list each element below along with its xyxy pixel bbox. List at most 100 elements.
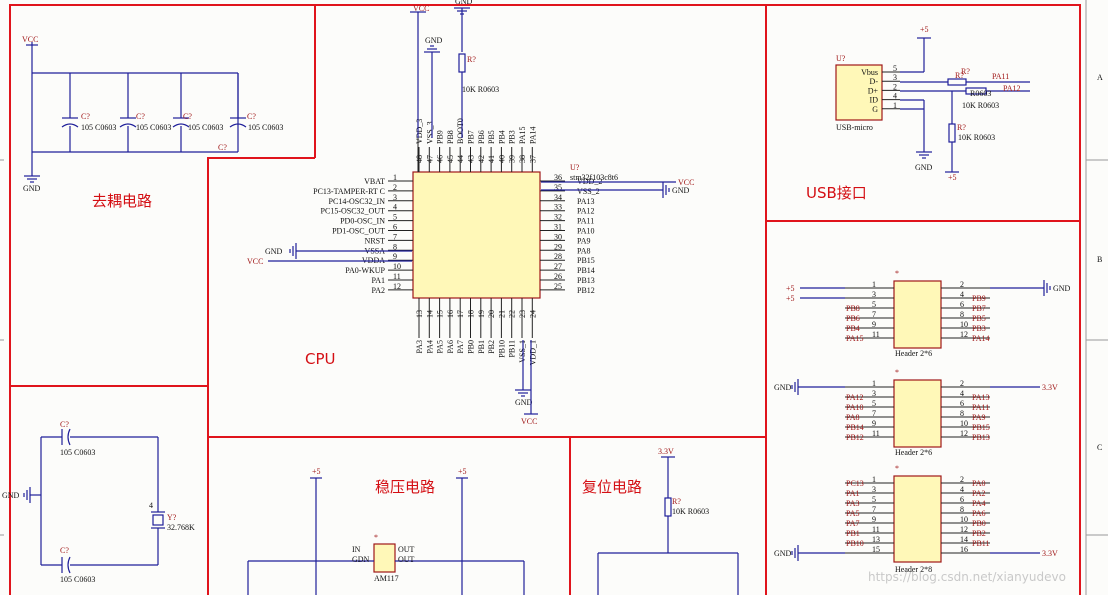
header-pin-number: 12 <box>960 429 968 438</box>
usb-r-pull-ref: R? <box>957 123 966 132</box>
mcu-pin-number: 33 <box>554 203 562 212</box>
mcu-pin-name: PB2 <box>487 340 496 354</box>
header-pin-number: 9 <box>872 419 876 428</box>
gnd-label-usb: GND <box>915 163 933 172</box>
header-net-label: PA14 <box>972 334 990 343</box>
v5-label-header1-a: +5 <box>786 284 795 293</box>
mcu-pin-name: NRST <box>365 236 386 245</box>
gnd-label-vss1: GND <box>515 398 533 407</box>
mcu-pin-number: 14 <box>425 310 434 318</box>
header-net-label: PB6 <box>846 314 860 323</box>
mcu-pin-name: VDD_3 <box>415 119 424 144</box>
mcu-ref: U? <box>570 163 580 172</box>
reset-resistor-value: 10K R0603 <box>672 507 709 516</box>
mcu-pin-number: 6 <box>393 223 397 232</box>
header-pin-number: 10 <box>960 419 968 428</box>
mcu-pin-name: PA14 <box>528 127 537 145</box>
mcu-pin-name: PB6 <box>477 130 486 144</box>
regulator-part: AM117 <box>374 574 399 583</box>
header-net-label: PB4 <box>846 324 860 333</box>
mcu-pin-number: 39 <box>508 155 517 163</box>
header-pin-number: 11 <box>872 525 880 534</box>
reset-resistor-ref: R? <box>672 497 681 506</box>
header-pin-number: 1 <box>872 475 876 484</box>
mcu-pin-number: 13 <box>415 310 424 318</box>
vcc-label-mcu-top: VCC <box>413 4 429 13</box>
header-pin-number: 8 <box>960 409 964 418</box>
header-3-body <box>893 475 942 563</box>
usb-pin-name: G <box>872 105 878 114</box>
header-3-ref: * <box>895 464 899 473</box>
crystal-cap-top-value: 105 C0603 <box>60 448 95 457</box>
usb-title: USB接口 <box>806 184 867 202</box>
header-net-label: PA13 <box>972 393 990 402</box>
mcu-pin-name: PB15 <box>577 256 595 265</box>
header-pin-number: 9 <box>872 515 876 524</box>
header-pin-number: 4 <box>960 389 964 398</box>
header-pin-number: 11 <box>872 429 880 438</box>
mcu-pin-number: 22 <box>508 310 517 318</box>
mcu-pin-number: 40 <box>497 155 506 163</box>
header-net-label: PA5 <box>846 509 860 518</box>
regulator-pin-in: IN <box>352 545 361 554</box>
gnd-label-decoupling: GND <box>23 184 41 193</box>
mcu-pin-name: PA6 <box>446 340 455 354</box>
schematic-canvas: A B C 去耦电路 CPU USB接口 稳压电路 复位电路 VCC GND C <box>0 0 1108 595</box>
usb-pin-name: ID <box>870 96 879 105</box>
mcu-pin-number: 2 <box>393 183 397 192</box>
crystal-cap-bottom-value: 105 C0603 <box>60 575 95 584</box>
decoupling-circuit: VCC GND C? 105 C0603 C? 105 C0603 C? 105… <box>22 35 283 193</box>
gnd-label-header3: GND <box>774 549 792 558</box>
header-net-label: PB15 <box>972 423 990 432</box>
mcu-pin-number: 1 <box>393 173 397 182</box>
vcc-label-decoupling: VCC <box>22 35 38 44</box>
cap-ref: C? <box>136 112 145 121</box>
header-net-label: PA2 <box>972 489 986 498</box>
mcu-pin-name: PD1-OSC_OUT <box>332 227 385 236</box>
crystal-cap-bottom-ref: C? <box>60 546 69 555</box>
header-pin-number: 7 <box>872 505 876 514</box>
header-1-ref: * <box>895 269 899 278</box>
usb-pin-name: D+ <box>868 86 879 95</box>
mcu-pin-number: 16 <box>446 310 455 318</box>
v5-label-usb-pull: +5 <box>948 173 957 182</box>
v5-label-regulator-out: +5 <box>458 467 467 476</box>
crystal-circuit: C? 105 C0603 C? 105 C0603 GND 4 Y? 32.76… <box>2 420 195 584</box>
mcu-pin-number: 43 <box>467 155 476 163</box>
header-pin-number: 11 <box>872 330 880 339</box>
header-2-ref: * <box>895 368 899 377</box>
header-net-label: PA9 <box>972 413 986 422</box>
mcu-pin-number: 47 <box>425 155 434 163</box>
v5-label-usb: +5 <box>920 25 929 34</box>
mcu-body <box>412 171 541 299</box>
mcu-pin-number: 24 <box>528 310 537 318</box>
mcu-pin-number: 21 <box>497 310 506 318</box>
header-pin-number: 5 <box>872 300 876 309</box>
mcu-pin-number: 5 <box>393 213 397 222</box>
decoupling-cap-2: C? 105 C0603 <box>119 73 171 152</box>
header-pin-number: 3 <box>872 485 876 494</box>
mcu-pin-number: 36 <box>554 173 562 182</box>
header-pin-number: 8 <box>960 310 964 319</box>
regulator-pin-out1: OUT <box>398 545 415 554</box>
mcu-pin-name: PA3 <box>415 340 424 354</box>
mcu-pin-number: 38 <box>518 155 527 163</box>
usb-pin-number: 4 <box>893 92 897 101</box>
header-1-body <box>893 280 942 349</box>
reset-circuit: 3.3V R? 10K R0603 <box>597 447 739 595</box>
v33-label-header2: 3.3V <box>1042 383 1058 392</box>
mcu-pin-name: PA7 <box>456 340 465 354</box>
mcu-pin-name: VSS_3 <box>425 121 434 144</box>
usb-pin-number: 1 <box>893 101 897 110</box>
mcu-pin-number: 46 <box>436 155 445 163</box>
mcu-pin-name: PB4 <box>497 130 506 144</box>
header-pin-number: 14 <box>960 535 968 544</box>
usb-pin-number: 3 <box>893 73 897 82</box>
mcu-pin-name: PA2 <box>372 286 386 295</box>
mcu-pin-number: 27 <box>554 262 562 271</box>
header-1: * Header 2*6 1 23 4 PB95 6PB8 PB77 8PB6 PB59 10P… <box>786 269 1071 358</box>
mcu-pin-number: 9 <box>393 252 397 261</box>
mcu-pin-name: PD0-OSC_IN <box>340 217 385 226</box>
mcu-pin-number: 8 <box>393 242 397 251</box>
header-pin-number: 6 <box>960 399 964 408</box>
